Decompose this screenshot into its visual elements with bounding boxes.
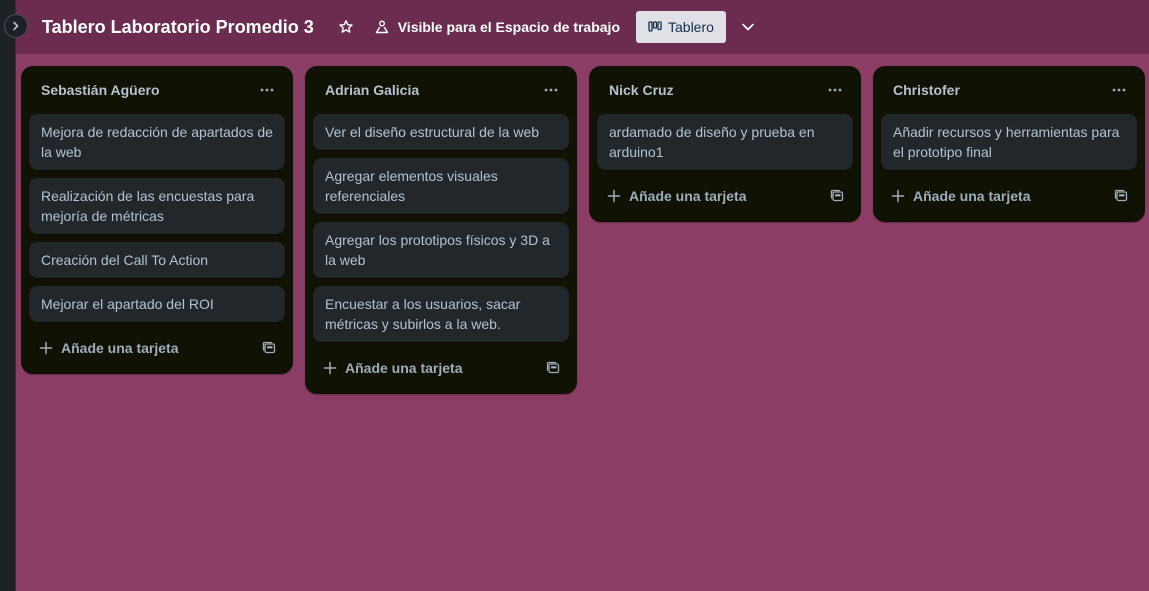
card-template-icon xyxy=(546,361,560,374)
star-board-button[interactable] xyxy=(334,15,358,39)
list-card[interactable]: Realización de las encuestas para mejorí… xyxy=(29,178,285,234)
list-menu-button[interactable] xyxy=(253,76,281,104)
board-title[interactable]: Tablero Laboratorio Promedio 3 xyxy=(42,17,314,38)
list-title[interactable]: Christofer xyxy=(893,82,960,98)
add-card-button[interactable]: Añade una tarjeta xyxy=(891,188,1030,204)
list-header: Adrian Galicia xyxy=(313,66,569,114)
list-card[interactable]: Agregar los prototipos físicos y 3D a la… xyxy=(313,222,569,278)
list-sebastian-aguero: Sebastián Agüero Mejora de redacción de … xyxy=(21,66,293,374)
list-card[interactable]: Mejorar el apartado del ROI xyxy=(29,286,285,322)
plus-icon xyxy=(891,189,905,203)
workspace-visibility-icon xyxy=(375,20,388,34)
visibility-button[interactable]: Visible para el Espacio de trabajo xyxy=(370,15,624,39)
list-card[interactable]: Encuestar a los usuarios, sacar métricas… xyxy=(313,286,569,342)
add-card-row: Añade una tarjeta xyxy=(597,178,853,214)
plus-icon xyxy=(39,341,53,355)
add-card-label: Añade una tarjeta xyxy=(345,360,463,376)
more-dots-icon xyxy=(1112,88,1126,92)
create-from-template-button[interactable] xyxy=(545,360,561,376)
chevron-right-icon xyxy=(13,21,19,31)
add-card-label: Añade una tarjeta xyxy=(61,340,179,356)
card-template-icon xyxy=(1114,189,1128,202)
list-adrian-galicia: Adrian Galicia Ver el diseño estructural… xyxy=(305,66,577,394)
create-from-template-button[interactable] xyxy=(829,188,845,204)
list-header: Christofer xyxy=(881,66,1137,114)
add-card-button[interactable]: Añade una tarjeta xyxy=(39,340,178,356)
more-dots-icon xyxy=(260,88,274,92)
collapsed-sidebar xyxy=(0,0,16,591)
list-menu-button[interactable] xyxy=(1105,76,1133,104)
plus-icon xyxy=(607,189,621,203)
more-dots-icon xyxy=(544,88,558,92)
board-view-button[interactable]: Tablero xyxy=(636,11,726,43)
expand-sidebar-button[interactable] xyxy=(4,14,28,38)
list-card[interactable]: Ver el diseño estructural de la web xyxy=(313,114,569,150)
list-menu-button[interactable] xyxy=(821,76,849,104)
board-header: Tablero Laboratorio Promedio 3 Visible p… xyxy=(16,0,1149,54)
card-template-icon xyxy=(262,341,276,354)
list-christofer: Christofer Añadir recursos y herramienta… xyxy=(873,66,1145,222)
list-header: Sebastián Agüero xyxy=(29,66,285,114)
list-card[interactable]: Creación del Call To Action xyxy=(29,242,285,278)
add-card-label: Añade una tarjeta xyxy=(913,188,1031,204)
list-card[interactable]: Mejora de redacción de apartados de la w… xyxy=(29,114,285,170)
create-from-template-button[interactable] xyxy=(261,340,277,356)
list-card[interactable]: Añadir recursos y herramientas para el p… xyxy=(881,114,1137,170)
add-card-row: Añade una tarjeta xyxy=(313,350,569,386)
plus-icon xyxy=(323,361,337,375)
more-dots-icon xyxy=(828,88,842,92)
list-menu-button[interactable] xyxy=(537,76,565,104)
visibility-label: Visible para el Espacio de trabajo xyxy=(397,19,620,35)
board-view-icon xyxy=(648,21,662,32)
add-card-button[interactable]: Añade una tarjeta xyxy=(323,360,462,376)
add-card-button[interactable]: Añade una tarjeta xyxy=(607,188,746,204)
chevron-down-icon xyxy=(742,23,754,31)
add-card-label: Añade una tarjeta xyxy=(629,188,747,204)
add-card-row: Añade una tarjeta xyxy=(881,178,1137,214)
add-card-row: Añade una tarjeta xyxy=(29,330,285,366)
star-icon xyxy=(339,20,353,33)
list-title[interactable]: Sebastián Agüero xyxy=(41,82,160,98)
view-switcher-button[interactable] xyxy=(736,15,760,39)
list-nick-cruz: Nick Cruz ardamado de diseño y prueba en… xyxy=(589,66,861,222)
list-card[interactable]: Agregar elementos visuales referenciales xyxy=(313,158,569,214)
card-template-icon xyxy=(830,189,844,202)
list-title[interactable]: Adrian Galicia xyxy=(325,82,419,98)
create-from-template-button[interactable] xyxy=(1113,188,1129,204)
list-title[interactable]: Nick Cruz xyxy=(609,82,674,98)
list-card[interactable]: ardamado de diseño y prueba en arduino1 xyxy=(597,114,853,170)
list-header: Nick Cruz xyxy=(597,66,853,114)
view-label: Tablero xyxy=(668,19,714,35)
